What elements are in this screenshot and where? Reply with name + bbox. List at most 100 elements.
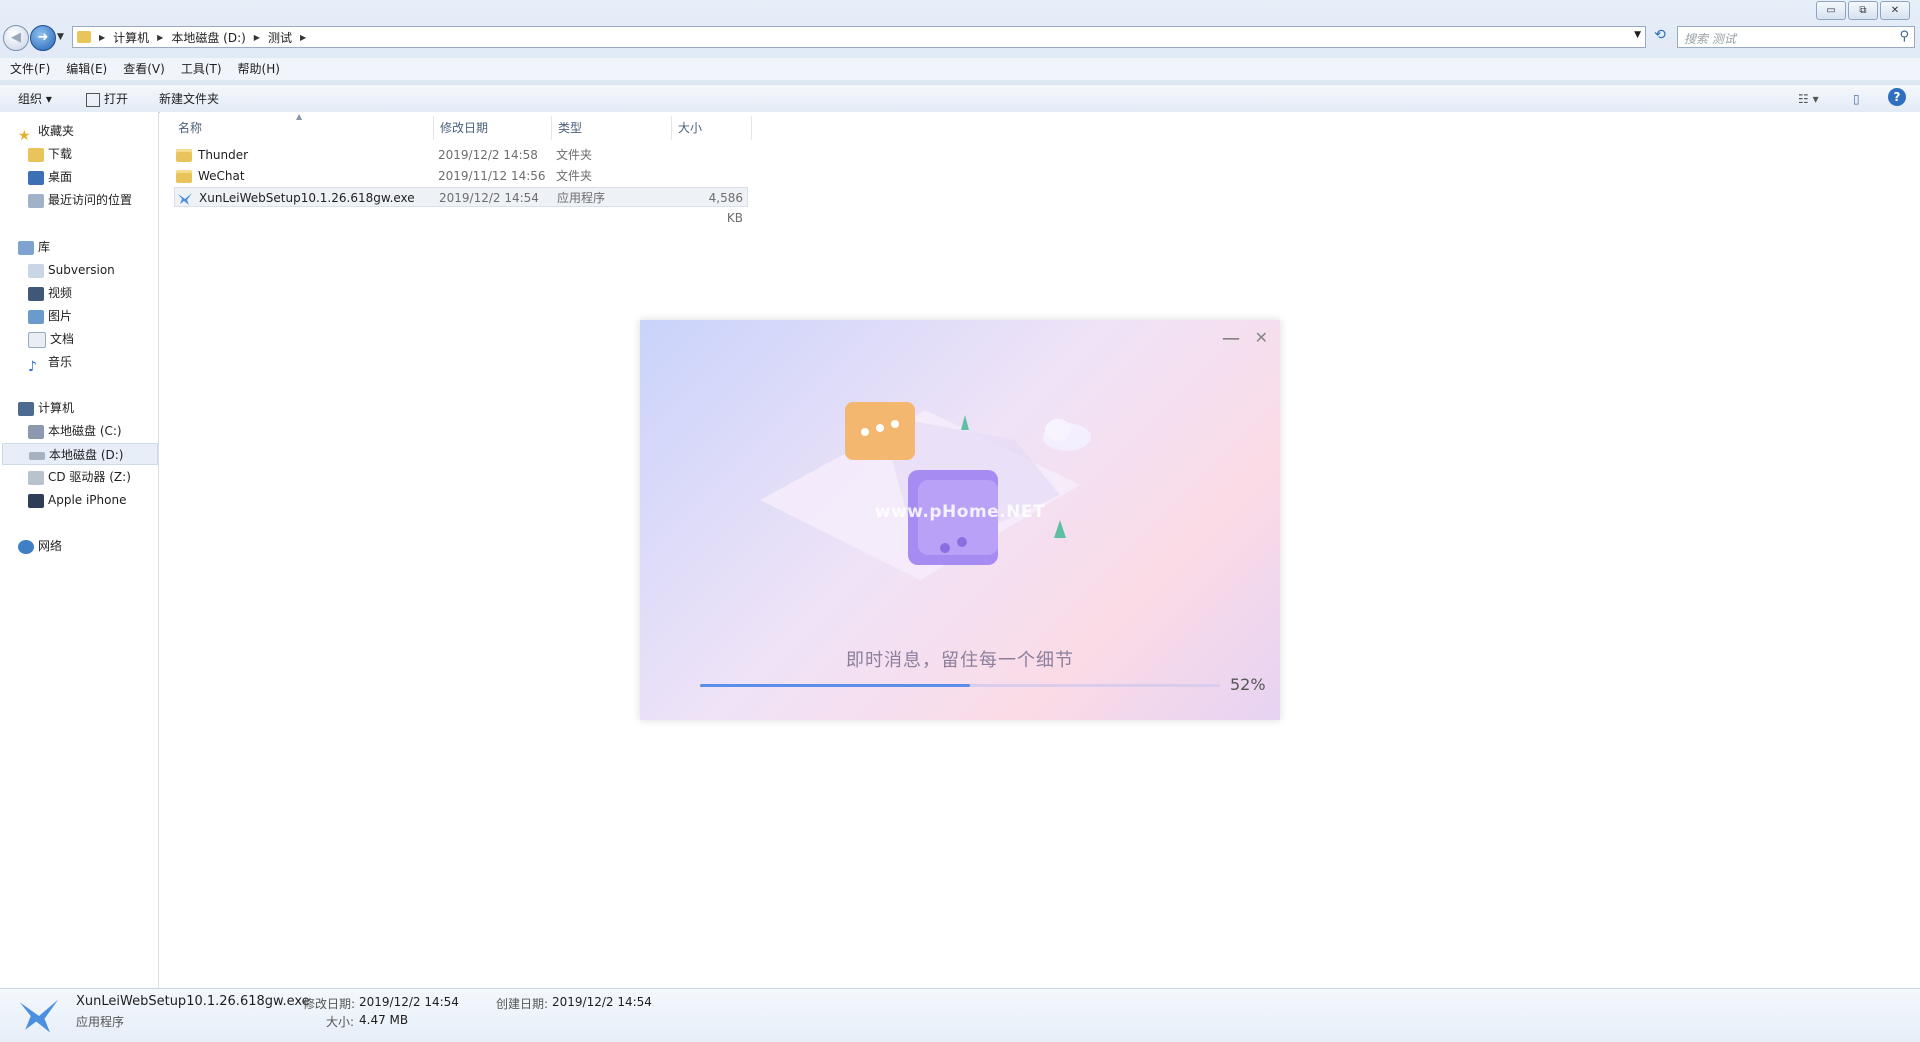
installer-dialog: — ✕ www.pHome.NET 即时消息，留住每一个细节 52%: [640, 320, 1280, 720]
details-size-label: 大小:: [326, 1015, 355, 1029]
menu-help[interactable]: 帮助(H): [238, 58, 280, 80]
chevron-right-icon[interactable]: ▶: [157, 33, 163, 42]
menu-tools[interactable]: 工具(T): [181, 58, 222, 80]
install-progress-fill: [700, 684, 971, 687]
search-input[interactable]: 搜索 测试 ⚲: [1677, 26, 1915, 48]
forward-button[interactable]: ➜: [30, 25, 56, 51]
file-row-xunlei-setup[interactable]: XunLeiWebSetup10.1.26.618gw.exe 2019/12/…: [174, 187, 748, 225]
details-type: 应用程序: [76, 1015, 125, 1029]
sidebar-label: Apple iPhone: [48, 493, 127, 507]
sidebar-item-network[interactable]: 网络: [18, 535, 174, 557]
chevron-right-icon[interactable]: ▶: [300, 33, 306, 42]
sidebar-label: 视频: [48, 286, 73, 300]
libraries-icon: [18, 240, 34, 255]
folder-icon: [77, 31, 91, 43]
file-type: 应用程序: [557, 191, 606, 205]
breadcrumb-test[interactable]: 测试: [268, 29, 292, 46]
sidebar-label: 计算机: [38, 401, 75, 415]
system-drive-icon: [28, 424, 44, 439]
sidebar-label: 收藏夹: [38, 124, 75, 138]
pictures-icon: [28, 309, 44, 324]
sidebar-label: 文档: [50, 332, 75, 346]
minimize-button[interactable]: ▭: [1816, 1, 1846, 20]
sidebar-label: 桌面: [48, 170, 73, 184]
organize-button[interactable]: 组织 ▾: [18, 89, 52, 109]
column-header-name[interactable]: 名称: [172, 116, 434, 140]
computer-icon: [18, 401, 34, 416]
details-size-value: 4.47 MB: [359, 1013, 409, 1027]
address-dropdown-icon[interactable]: ▼: [1634, 30, 1641, 40]
thunder-app-icon: [178, 192, 192, 205]
file-name: XunLeiWebSetup10.1.26.618gw.exe: [177, 188, 415, 208]
breadcrumb-drive-d[interactable]: 本地磁盘 (D:): [171, 29, 245, 46]
navigation-pane: ★ 收藏夹 下载 桌面 最近访问的位置 库 Subversion 视频 图片 文档…: [0, 112, 159, 988]
network-icon: [18, 539, 34, 554]
file-date: 2019/12/2 14:58: [438, 148, 538, 162]
refresh-icon[interactable]: ⟲: [1650, 27, 1670, 47]
download-folder-icon: [28, 147, 44, 162]
file-date: 2019/12/2 14:54: [439, 191, 539, 205]
folder-icon: [176, 170, 192, 183]
window-chrome: ▭ ⧉ ✕ ◀ ➜ ▼ ▶ 计算机 ▶ 本地磁盘 (D:) ▶ 测试 ▶ ▼ ⟲…: [0, 0, 1920, 113]
file-type: 文件夹: [556, 148, 593, 162]
file-row-wechat[interactable]: WeChat 2019/11/12 14:56 文件夹: [174, 166, 748, 186]
recent-pages-dropdown-icon[interactable]: ▼: [57, 32, 64, 42]
new-folder-button[interactable]: 新建文件夹: [159, 89, 219, 109]
chevron-right-icon[interactable]: ▶: [99, 33, 105, 42]
sidebar-item-computer[interactable]: 计算机: [18, 397, 174, 419]
sidebar-label: 下载: [48, 147, 73, 161]
file-type: 文件夹: [556, 169, 593, 183]
thunder-app-icon: [19, 999, 59, 1033]
cd-drive-icon: [28, 470, 44, 485]
open-button[interactable]: 打开: [86, 89, 128, 109]
sidebar-label: 音乐: [48, 355, 73, 369]
menu-view[interactable]: 查看(V): [123, 58, 165, 80]
details-created-label: 创建日期:: [496, 997, 549, 1011]
menu-file[interactable]: 文件(F): [10, 58, 50, 80]
file-name-text: XunLeiWebSetup10.1.26.618gw.exe: [199, 191, 415, 205]
details-modified-label: 修改日期:: [303, 997, 356, 1011]
address-bar[interactable]: ▶ 计算机 ▶ 本地磁盘 (D:) ▶ 测试 ▶ ▼: [72, 26, 1646, 48]
music-icon: ♪: [28, 358, 37, 375]
file-date: 2019/11/12 14:56: [438, 169, 546, 183]
search-icon[interactable]: ⚲: [1899, 29, 1909, 44]
chevron-right-icon[interactable]: ▶: [254, 33, 260, 42]
desktop-icon: [28, 170, 44, 185]
sidebar-label: 本地磁盘 (C:): [48, 424, 122, 438]
view-options-icon[interactable]: ☷ ▾: [1798, 89, 1819, 109]
drive-icon: [29, 451, 45, 460]
sidebar-label: Subversion: [48, 263, 115, 277]
chat-illustration: [760, 402, 1091, 580]
maximize-button[interactable]: ⧉: [1848, 1, 1878, 20]
device-icon: [28, 493, 44, 508]
sidebar-label: 图片: [48, 309, 73, 323]
installer-slogan: 即时消息，留住每一个细节: [846, 650, 1074, 671]
sidebar-label: CD 驱动器 (Z:): [48, 470, 131, 484]
menu-bar: 文件(F) 编辑(E) 查看(V) 工具(T) 帮助(H): [0, 58, 1920, 80]
column-header-type[interactable]: 类型: [552, 116, 672, 140]
command-bar: 组织 ▾ 打开 新建文件夹 ☷ ▾ ▯ ?: [0, 84, 1920, 112]
details-filename: XunLeiWebSetup10.1.26.618gw.exe: [76, 994, 310, 1009]
back-button[interactable]: ◀: [3, 25, 29, 51]
breadcrumb-computer[interactable]: 计算机: [113, 29, 149, 46]
star-icon: ★: [18, 127, 31, 144]
help-icon[interactable]: ?: [1888, 88, 1906, 106]
preview-pane-icon[interactable]: ▯: [1853, 89, 1860, 109]
close-button[interactable]: ✕: [1880, 1, 1910, 20]
recent-places-icon: [28, 193, 44, 208]
sidebar-item-libraries[interactable]: 库: [18, 236, 174, 258]
open-label: 打开: [104, 92, 129, 106]
column-header-date[interactable]: 修改日期: [434, 116, 552, 140]
file-size: 4,586 KB: [708, 191, 743, 225]
menu-edit[interactable]: 编辑(E): [66, 58, 107, 80]
sidebar-item-drive-d[interactable]: 本地磁盘 (D:): [2, 443, 158, 465]
search-placeholder: 搜索 测试: [1684, 32, 1736, 46]
file-row-thunder[interactable]: Thunder 2019/12/2 14:58 文件夹: [174, 145, 748, 165]
open-icon: [86, 92, 100, 107]
sidebar-label: 库: [38, 240, 51, 254]
video-icon: [28, 286, 44, 301]
sidebar-item-favorites[interactable]: ★ 收藏夹: [18, 120, 174, 144]
details-modified-value: 2019/12/2 14:54: [359, 995, 459, 1009]
column-header-size[interactable]: 大小: [672, 116, 752, 140]
library-icon: [28, 263, 44, 278]
